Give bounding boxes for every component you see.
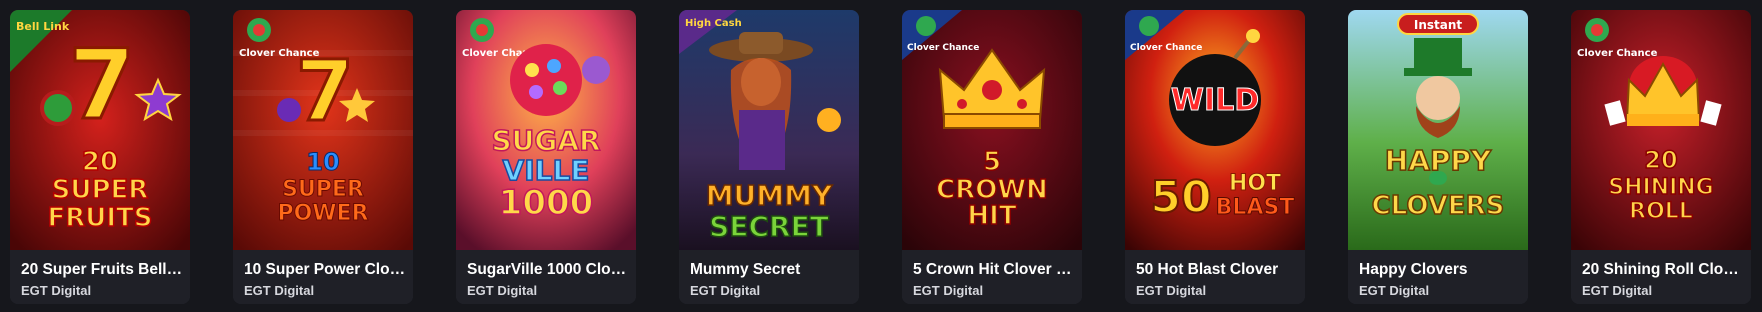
game-thumbnail[interactable]: High Cash MUMMY SECRET xyxy=(679,10,859,250)
badge-label: Instant xyxy=(1414,18,1463,32)
game-title[interactable]: 10 Super Power Clov... xyxy=(244,261,406,279)
game-card[interactable]: Clover Chance SUGAR VILLE 1000 SugarVill… xyxy=(456,10,636,304)
game-info: 20 Super Fruits Bell ... EGT Digital xyxy=(10,250,190,304)
svg-text:7: 7 xyxy=(69,29,136,141)
game-provider: EGT Digital xyxy=(21,283,92,298)
art-line: 1000 xyxy=(499,183,594,223)
art-line: 20 xyxy=(82,147,118,177)
game-thumbnail[interactable]: Instant HAPPY CLOVERS xyxy=(1348,10,1528,250)
badge-label: High Cash xyxy=(685,18,742,29)
art-line: ROLL xyxy=(1629,199,1693,224)
game-thumbnail[interactable]: Clover Chance 7 10 SUPER POWER xyxy=(233,10,413,250)
game-provider: EGT Digital xyxy=(690,283,761,298)
art-line: HOT xyxy=(1229,171,1281,196)
badge-label: Bell Link xyxy=(16,20,70,33)
game-provider: EGT Digital xyxy=(244,283,315,298)
game-thumbnail[interactable]: Clover Chance 20 SHINING ROLL xyxy=(1571,10,1751,250)
game-provider: EGT Digital xyxy=(467,283,538,298)
game-card[interactable]: Clover Chance 20 SHINING ROLL 20 Shining… xyxy=(1571,10,1751,304)
badge-label: Clover Chance xyxy=(907,43,979,53)
game-thumbnail[interactable]: Bell Link 7 20 SUPER FRUITS xyxy=(10,10,190,250)
art-line: WILD xyxy=(1171,83,1259,118)
game-provider: EGT Digital xyxy=(1136,283,1207,298)
art-line: SUPER xyxy=(52,175,149,205)
game-thumbnail[interactable]: Clover Chance WILD 50 HOT BLAST xyxy=(1125,10,1305,250)
art-line: SECRET xyxy=(709,210,829,243)
game-grid: Bell Link 7 20 SUPER FRUITS 20 Super Fru… xyxy=(0,0,1762,312)
game-card[interactable]: Instant HAPPY CLOVERS Happy Clovers EGT … xyxy=(1348,10,1528,304)
art-line: 50 xyxy=(1150,172,1211,223)
svg-text:7: 7 xyxy=(296,42,354,140)
game-card[interactable]: Clover Chance WILD 50 HOT BLAST 50 Hot B… xyxy=(1125,10,1305,304)
badge-label: Clover Chance xyxy=(1577,48,1658,59)
game-thumbnail[interactable]: Clover Chance 5 CROWN HIT xyxy=(902,10,1082,250)
art-line: MUMMY xyxy=(706,179,833,212)
game-title[interactable]: Mummy Secret xyxy=(690,261,852,279)
game-provider: EGT Digital xyxy=(913,283,984,298)
game-provider: EGT Digital xyxy=(1359,283,1430,298)
game-card[interactable]: Clover Chance 5 CROWN HIT 5 Crown Hit Cl… xyxy=(902,10,1082,304)
game-title[interactable]: SugarVille 1000 Clov... xyxy=(467,261,629,279)
game-info: Happy Clovers EGT Digital xyxy=(1348,250,1528,304)
badge-label: Clover Chance xyxy=(1130,43,1202,53)
game-info: 10 Super Power Clov... EGT Digital xyxy=(233,250,413,304)
game-title[interactable]: 5 Crown Hit Clover C... xyxy=(913,261,1075,279)
game-card[interactable]: Clover Chance 7 10 SUPER POWER 10 Super … xyxy=(233,10,413,304)
game-info: 20 Shining Roll Clove... EGT Digital xyxy=(1571,250,1751,304)
game-info: 5 Crown Hit Clover C... EGT Digital xyxy=(902,250,1082,304)
game-card[interactable]: High Cash MUMMY SECRET Mummy Secret EGT … xyxy=(679,10,859,304)
art-line: SHINING xyxy=(1608,175,1714,200)
art-line: 5 xyxy=(983,147,1001,177)
game-provider: EGT Digital xyxy=(1582,283,1653,298)
game-card[interactable]: Bell Link 7 20 SUPER FRUITS 20 Super Fru… xyxy=(10,10,190,304)
art-line: FRUITS xyxy=(47,203,152,233)
game-title[interactable]: 20 Shining Roll Clove... xyxy=(1582,261,1744,279)
art-line: SUPER xyxy=(282,177,364,202)
art-line: BLAST xyxy=(1216,195,1295,220)
art-line: HIT xyxy=(967,201,1016,231)
art-line: 20 xyxy=(1644,146,1677,174)
game-title[interactable]: 50 Hot Blast Clover xyxy=(1136,261,1298,279)
game-title[interactable]: 20 Super Fruits Bell ... xyxy=(21,261,183,279)
art-line: POWER xyxy=(277,201,368,226)
game-title[interactable]: Happy Clovers xyxy=(1359,261,1521,279)
art-line: 10 xyxy=(306,148,339,176)
game-info: 50 Hot Blast Clover EGT Digital xyxy=(1125,250,1305,304)
art-line: SUGAR xyxy=(491,124,600,157)
game-info: Mummy Secret EGT Digital xyxy=(679,250,859,304)
art-line: CLOVERS xyxy=(1372,191,1505,221)
game-info: SugarVille 1000 Clov... EGT Digital xyxy=(456,250,636,304)
game-thumbnail[interactable]: Clover Chance SUGAR VILLE 1000 xyxy=(456,10,636,250)
